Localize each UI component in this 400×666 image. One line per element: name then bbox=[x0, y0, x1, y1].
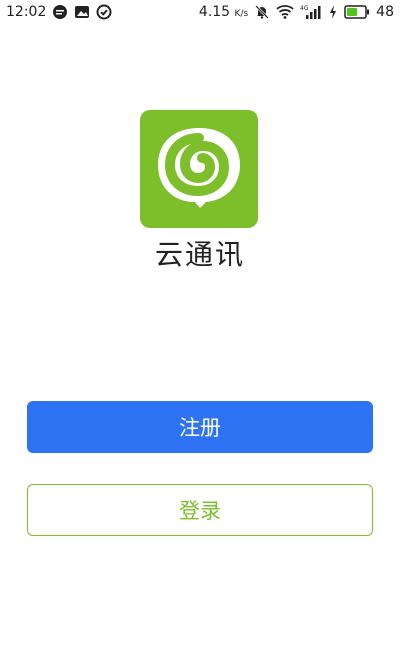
charging-icon bbox=[328, 4, 338, 20]
battery-percentage: 48 bbox=[376, 4, 394, 20]
status-right: 4.15 K/s 4G 48 bbox=[193, 4, 400, 20]
signal-icon: 4G bbox=[300, 4, 322, 20]
network-speed: 4.15 K/s bbox=[199, 4, 248, 20]
login-button[interactable]: 登录 bbox=[27, 484, 373, 536]
app-screen: 12:02 4.15 K/s 4G 48 云通讯 注册 登录 bbox=[0, 0, 400, 666]
message-icon bbox=[52, 4, 68, 20]
network-speed-value: 4.15 bbox=[198, 4, 231, 20]
muted-bell-icon bbox=[254, 4, 270, 20]
chat-swirl-icon bbox=[158, 128, 240, 208]
register-button[interactable]: 注册 bbox=[27, 401, 373, 453]
status-bar: 12:02 4.15 K/s 4G 48 bbox=[0, 0, 400, 24]
check-circle-icon bbox=[96, 4, 112, 20]
network-type: 4G bbox=[300, 5, 309, 12]
status-left: 12:02 bbox=[0, 4, 118, 20]
app-logo bbox=[140, 110, 258, 228]
network-speed-unit: K/s bbox=[234, 9, 249, 19]
logo-box bbox=[140, 110, 258, 228]
wifi-icon bbox=[276, 4, 294, 20]
status-time: 12:02 bbox=[6, 4, 47, 20]
battery-icon bbox=[344, 5, 370, 19]
brand-name: 云通讯 bbox=[154, 238, 245, 271]
image-notification-icon bbox=[74, 4, 90, 20]
